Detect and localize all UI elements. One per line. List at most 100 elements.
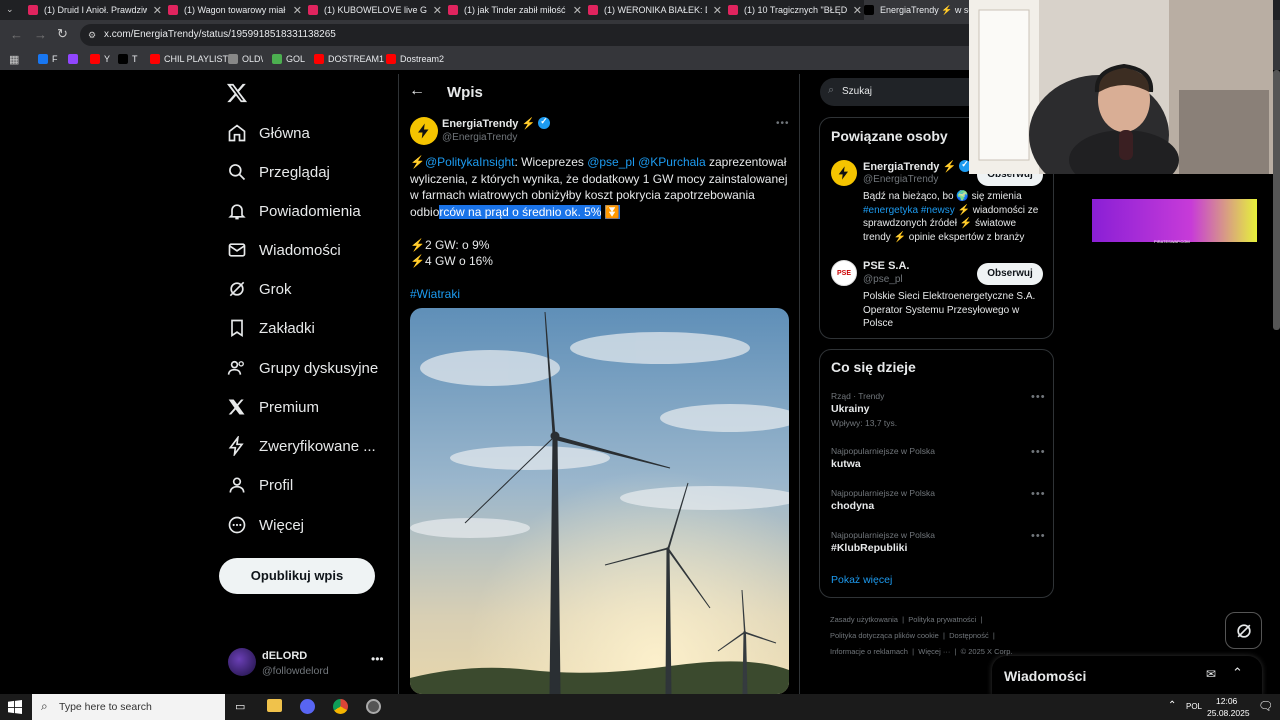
grok-float-button[interactable] — [1225, 612, 1262, 649]
tray-chevron-icon[interactable]: ⌃ — [1168, 700, 1176, 711]
tab-close-icon[interactable]: ✕ — [853, 4, 862, 17]
trend-item[interactable]: Najpopularniejsze w Polska kutwa ••• — [831, 446, 1046, 470]
nav-item-3[interactable]: Powiadomienia — [227, 196, 361, 226]
nav-item-8[interactable]: Premium — [227, 392, 319, 422]
related-avatar-2[interactable]: PSE — [831, 260, 857, 286]
tab-close-icon[interactable]: ✕ — [153, 4, 162, 17]
bookmark-item[interactable] — [68, 54, 82, 64]
mention-kpurchala[interactable]: @KPurchala — [638, 155, 706, 169]
apps-icon[interactable]: ▦ — [9, 53, 19, 66]
expand-icon[interactable]: ⌃ — [1232, 665, 1243, 681]
tab-close-icon[interactable]: ✕ — [293, 4, 302, 17]
back-arrow-icon[interactable]: ← — [409, 82, 425, 100]
author-handle[interactable]: @EnergiaTrendy — [442, 132, 517, 143]
ad-banner[interactable]: PIRATESWAP.COM — [1092, 199, 1257, 244]
bookmark-item[interactable]: DOSTREAM1 — [314, 54, 384, 64]
footer-ads[interactable]: Informacje o reklamach — [830, 647, 908, 656]
browser-tab[interactable]: (1) Druid I Anioł. Prawdziwa ✕ — [28, 0, 162, 20]
publish-button[interactable]: Opublikuj wpis — [219, 558, 375, 594]
new-message-icon[interactable]: ✉ — [1206, 667, 1216, 681]
related-name-1[interactable]: EnergiaTrendy ⚡ — [863, 159, 972, 173]
show-more-link[interactable]: Pokaż więcej — [831, 574, 892, 586]
x-logo[interactable] — [226, 82, 248, 104]
mail-icon — [228, 243, 246, 257]
nav-item-4[interactable]: Wiadomości — [227, 235, 341, 265]
tab-close-icon[interactable]: ✕ — [573, 4, 582, 17]
page-title: Wpis — [447, 84, 483, 101]
account-switcher[interactable]: dELORD @followdelord ••• — [225, 646, 385, 680]
taskbar-search[interactable]: ⌕ Type here to search — [32, 694, 225, 720]
messages-drawer[interactable]: Wiadomości ✉ ⌃ — [992, 656, 1262, 696]
bookmark-item[interactable]: OLD\ — [228, 54, 263, 64]
nav-item-7[interactable]: Grupy dyskusyjne — [227, 353, 378, 383]
footer-cookies[interactable]: Polityka dotycząca plików cookie — [830, 631, 939, 640]
task-view-icon[interactable]: ▭ — [235, 700, 245, 713]
back-icon[interactable]: ← — [10, 27, 23, 42]
language-indicator[interactable]: POL — [1186, 702, 1202, 711]
footer-terms[interactable]: Zasady użytkowania — [830, 615, 898, 624]
trend-more-icon[interactable]: ••• — [1031, 446, 1046, 458]
nav-item-5[interactable]: Grok — [227, 274, 292, 304]
notification-icon[interactable]: 🗨 — [1258, 699, 1273, 713]
reload-icon[interactable]: ↻ — [57, 26, 68, 42]
bookmark-item[interactable]: GOL — [272, 54, 305, 64]
bookmark-item[interactable]: T — [118, 54, 138, 64]
forward-icon[interactable]: → — [34, 27, 47, 42]
site-info-icon[interactable]: ⚙ — [88, 24, 96, 46]
related-bio-2: Polskie Sieci Elektroenergetyczne S.A. O… — [863, 291, 1036, 329]
author-avatar[interactable] — [410, 117, 438, 145]
follow-button-pse[interactable]: Obserwuj — [977, 263, 1043, 285]
nav-item-11[interactable]: Więcej — [227, 510, 304, 540]
footer-accessibility[interactable]: Dostępność — [949, 631, 989, 640]
trend-more-icon[interactable]: ••• — [1031, 488, 1046, 500]
browser-tab[interactable]: (1) 10 Tragicznych "BŁĘDÓW ✕ — [728, 0, 862, 20]
related-bio-1-hashtags[interactable]: #energetyka #newsy — [863, 205, 955, 216]
nav-item-10[interactable]: Profil — [227, 470, 293, 500]
nav-item-2[interactable]: Przeglądaj — [227, 157, 330, 187]
browser-tab[interactable]: (1) Wagon towarowy miał ✕ — [168, 0, 302, 20]
account-more-icon[interactable]: ••• — [371, 652, 384, 666]
nav-item-6[interactable]: Zakładki — [227, 313, 315, 343]
start-button[interactable] — [8, 700, 22, 714]
page-scrollbar[interactable] — [1273, 70, 1280, 330]
address-bar[interactable]: ⚙ x.com/EnergiaTrendy/status/19599185183… — [80, 24, 1020, 46]
clock-date[interactable]: 25.08.2025 — [1207, 708, 1250, 718]
trend-item[interactable]: Rząd · Trendy Ukrainy Wpływy: 13,7 tys. ••• — [831, 391, 1046, 428]
browser-tab[interactable]: (1) KUBOWELOVE live Gdy ✕ — [308, 0, 442, 20]
mention-politykainsight[interactable]: @PolitykaInsight — [425, 155, 515, 169]
wind-turbines-photo — [410, 308, 789, 694]
app-icon-2[interactable] — [366, 699, 381, 714]
mention-pse[interactable]: @pse_pl — [587, 155, 635, 169]
bookmark-item[interactable]: Y — [90, 54, 110, 64]
file-explorer-icon[interactable] — [267, 699, 282, 712]
footer-privacy[interactable]: Polityka prywatności — [908, 615, 976, 624]
related-name-2[interactable]: PSE S.A. — [863, 260, 909, 272]
author-name-row[interactable]: EnergiaTrendy ⚡ — [442, 116, 551, 130]
chrome-icon[interactable] — [333, 699, 348, 714]
post-more-icon[interactable]: ••• — [776, 118, 790, 129]
bookmark-item[interactable]: Dostream2 — [386, 54, 444, 64]
bookmark-item[interactable]: CHIL PLAYLIST — [150, 54, 228, 64]
app-icon-1[interactable] — [300, 699, 315, 714]
post-text: ⚡@PolitykaInsight: Wiceprezes @pse_pl @K… — [410, 154, 794, 303]
nav-item-9[interactable]: Zweryfikowane ... — [227, 431, 376, 461]
tab-search-button[interactable]: ⌄ — [6, 4, 20, 16]
browser-tab[interactable]: (1) jak Tinder zabił miłość ✕ — [448, 0, 582, 20]
tab-close-icon[interactable]: ✕ — [433, 4, 442, 17]
post-image[interactable] — [410, 308, 789, 694]
trend-context: Rząd · Trendy — [831, 391, 885, 401]
browser-tab[interactable]: EnergiaTrendy ⚡ w serwisie — [864, 0, 974, 20]
trend-more-icon[interactable]: ••• — [1031, 391, 1046, 403]
browser-tab[interactable]: (1) WERONIKA BIAŁEK: Dl ✕ — [588, 0, 722, 20]
trend-more-icon[interactable]: ••• — [1031, 530, 1046, 542]
trend-item[interactable]: Najpopularniejsze w Polska #KlubRepubliki… — [831, 530, 1046, 554]
bookmark-item[interactable]: F — [38, 54, 58, 64]
x-icon — [228, 399, 245, 415]
tab-close-icon[interactable]: ✕ — [713, 4, 722, 17]
nav-item-1[interactable]: Główna — [227, 118, 310, 148]
hashtag-link[interactable]: #Wiatraki — [410, 287, 460, 301]
footer-more[interactable]: Więcej ··· — [918, 647, 950, 656]
clock-time[interactable]: 12:06 — [1216, 696, 1237, 706]
trend-item[interactable]: Najpopularniejsze w Polska chodyna ••• — [831, 488, 1046, 512]
related-avatar-1[interactable] — [831, 160, 857, 186]
